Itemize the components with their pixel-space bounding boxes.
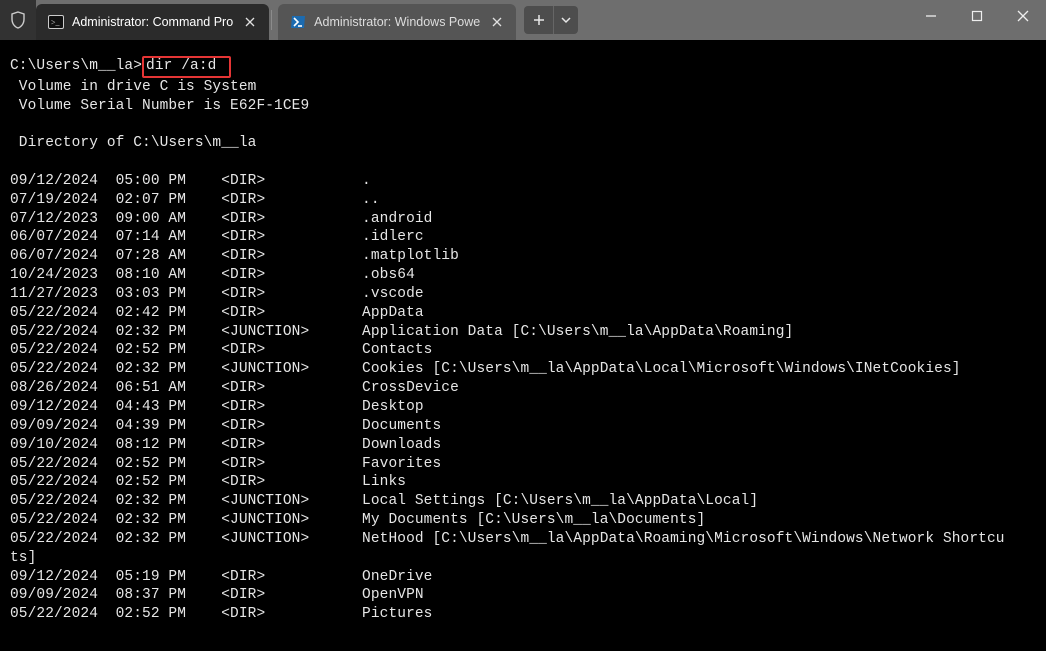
window-controls [908,0,1046,40]
tab-label: Administrator: Command Pro [72,15,233,29]
tab-divider [271,10,272,30]
svg-text:>_: >_ [51,18,61,27]
powershell-icon [290,14,306,30]
tab-command-prompt[interactable]: >_ Administrator: Command Pro [36,4,269,40]
new-tab-dropdown[interactable] [554,6,578,34]
new-tab-group [524,6,578,34]
cmd-icon: >_ [48,14,64,30]
command-highlight: dir /a:d [142,56,231,78]
tab-powershell[interactable]: Administrator: Windows Powe [278,4,516,40]
new-tab-button[interactable] [524,6,554,34]
prompt-path: C:\Users\m__la> [10,58,142,74]
maximize-button[interactable] [954,0,1000,32]
titlebar: >_ Administrator: Command Pro Administra… [0,0,1046,40]
close-window-button[interactable] [1000,0,1046,32]
tab-close-button[interactable] [241,13,259,31]
minimize-button[interactable] [908,0,954,32]
shield-icon [0,0,36,40]
tab-close-button[interactable] [488,13,506,31]
terminal-output[interactable]: C:\Users\m__la>dir /a:d Volume in drive … [0,40,1046,624]
tab-label: Administrator: Windows Powe [314,15,480,29]
